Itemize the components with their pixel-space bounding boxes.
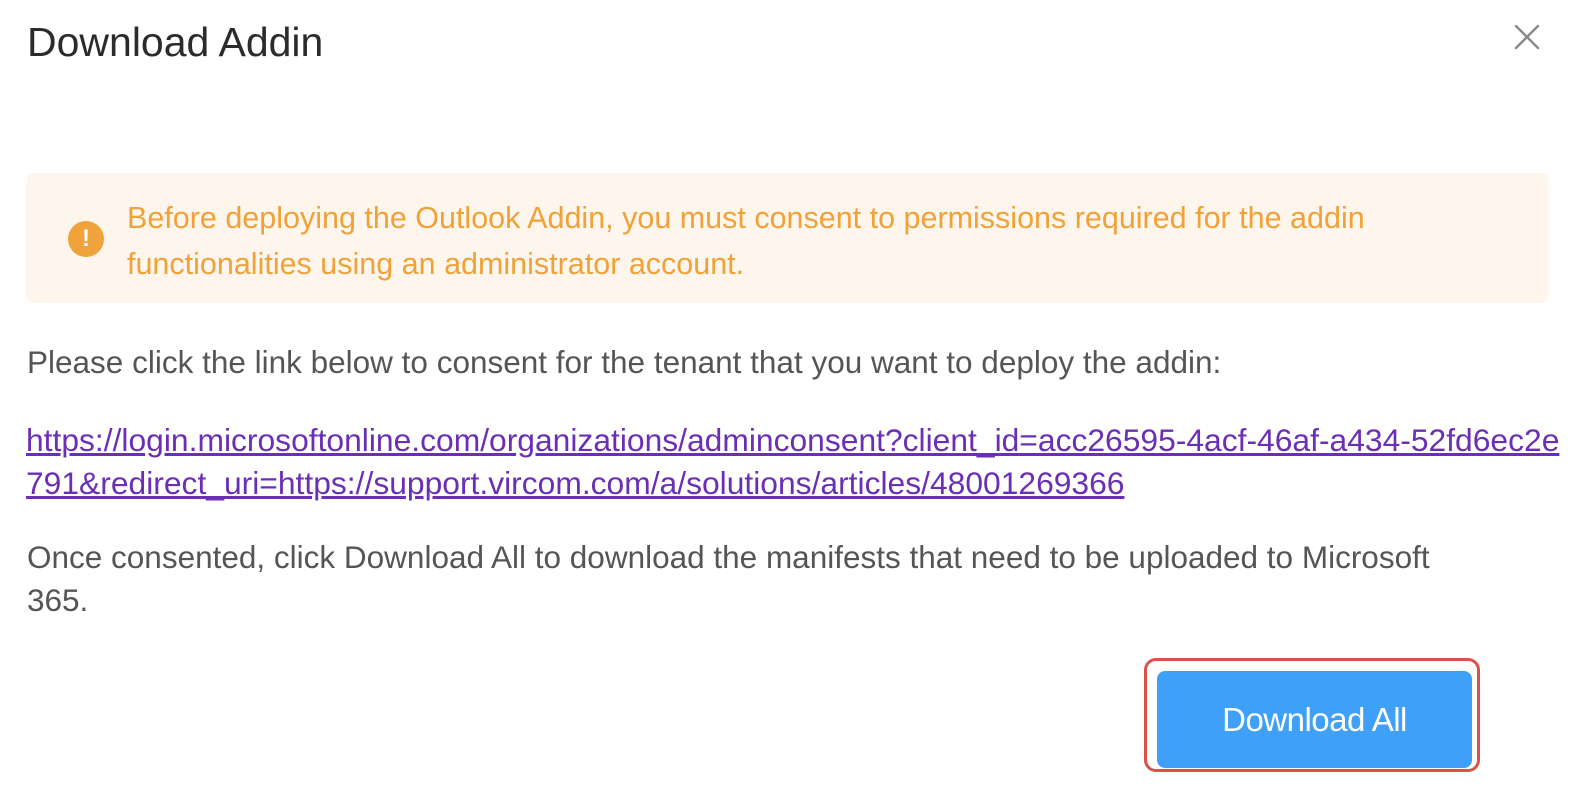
download-note: Once consented, click Download All to do… <box>27 539 1430 618</box>
download-addin-dialog: Download Addin ! Before deploying the Ou… <box>0 0 1589 793</box>
permission-warning-alert: ! Before deploying the Outlook Addin, yo… <box>26 173 1549 303</box>
consent-instruction: Please click the link below to consent f… <box>27 344 1222 380</box>
admin-consent-link[interactable]: https://login.microsoftonline.com/organi… <box>26 419 1566 505</box>
alert-message: Before deploying the Outlook Addin, you … <box>127 201 1365 281</box>
warning-icon: ! <box>68 221 104 257</box>
close-icon[interactable] <box>1510 20 1544 54</box>
download-all-button[interactable]: Download All <box>1157 671 1472 768</box>
dialog-title: Download Addin <box>27 19 324 65</box>
